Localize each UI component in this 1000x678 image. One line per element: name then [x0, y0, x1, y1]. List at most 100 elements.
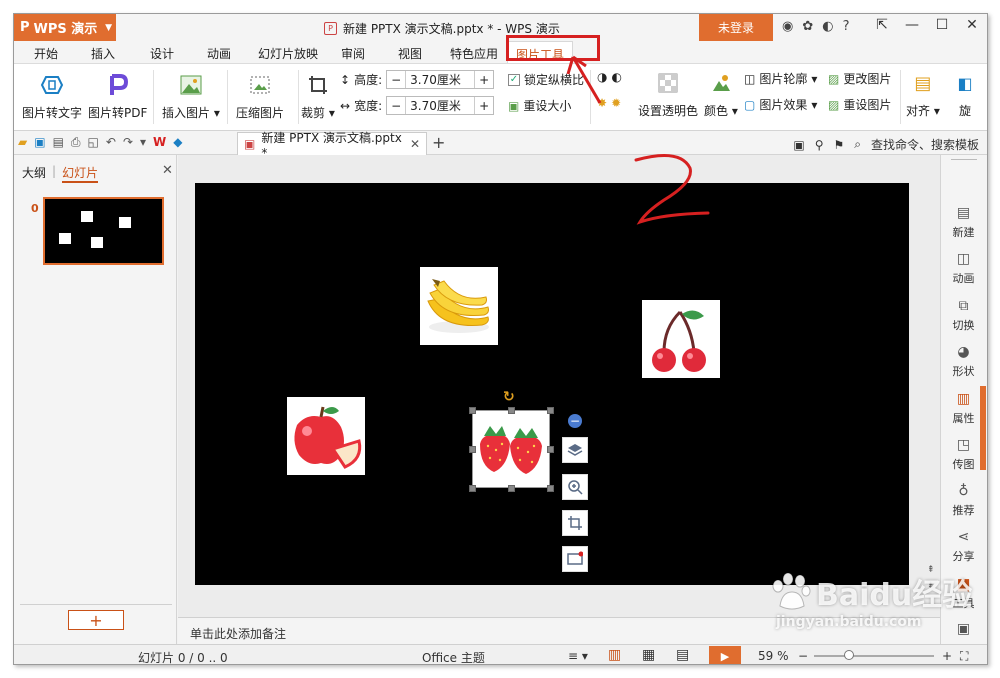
tab-outline[interactable]: 大纲: [22, 164, 46, 183]
login-button[interactable]: 未登录: [699, 14, 773, 41]
pic-to-pdf-button[interactable]: 图片转PDF: [88, 72, 147, 121]
zoom-out-icon[interactable]: −: [798, 649, 808, 663]
restore-icon[interactable]: ⇱: [871, 17, 893, 33]
dropdown-icon[interactable]: ▾: [140, 135, 146, 150]
task-recommend[interactable]: ♁ 推荐: [941, 483, 986, 518]
save-icon[interactable]: ▣: [34, 135, 45, 150]
zoom-slider[interactable]: [814, 655, 934, 657]
width-increment-button[interactable]: +: [475, 99, 493, 113]
height-decrement-button[interactable]: −: [387, 73, 405, 87]
tab-home[interactable]: 开始: [34, 45, 58, 62]
resize-handle[interactable]: [508, 407, 515, 414]
add-tab-icon[interactable]: +: [432, 133, 445, 152]
search-command-input[interactable]: 查找命令、搜索模板: [871, 136, 979, 153]
contrast-icon[interactable]: ◑: [597, 70, 607, 84]
wps-home-icon[interactable]: W: [153, 135, 166, 150]
slide-thumbnail[interactable]: [43, 197, 164, 265]
task-transition[interactable]: ⧉ 切换: [941, 298, 986, 333]
height-increment-button[interactable]: +: [475, 73, 493, 87]
notes-toggle-icon[interactable]: ≡ ▾: [568, 649, 588, 663]
export-icon[interactable]: ▤: [53, 135, 64, 150]
flag-icon[interactable]: ⚑: [833, 138, 844, 152]
close-panel-icon[interactable]: ✕: [162, 163, 173, 178]
apple-picture[interactable]: [287, 397, 365, 475]
play-slideshow-button[interactable]: ▶: [709, 646, 741, 664]
picture-frame-button[interactable]: [562, 546, 588, 572]
task-shapes[interactable]: ◕ 形状: [941, 344, 986, 379]
zoom-slider-knob[interactable]: [844, 650, 854, 660]
reset-picture-button[interactable]: ▨ 重设图片: [828, 96, 891, 113]
resize-handle[interactable]: [469, 446, 476, 453]
tab-features[interactable]: 特色应用: [450, 45, 498, 62]
pin-icon[interactable]: ⚲: [815, 138, 824, 152]
print-icon[interactable]: ⎙: [71, 135, 81, 150]
zoom-in-button[interactable]: [562, 474, 588, 500]
lock-ratio-checkbox[interactable]: ✓ 锁定纵横比: [508, 71, 584, 88]
skin-icon[interactable]: ◉: [782, 19, 793, 34]
add-slide-button[interactable]: +: [68, 610, 124, 630]
color-button[interactable]: 颜色 ▾: [704, 70, 738, 119]
resize-handle[interactable]: [547, 446, 554, 453]
set-transparent-button[interactable]: 设置透明色: [638, 70, 698, 119]
height-input[interactable]: 3.70厘米: [405, 71, 476, 88]
picture-effect-button[interactable]: ▢ 图片效果 ▾: [744, 96, 817, 113]
resize-handle[interactable]: [469, 485, 476, 492]
app-menu-button[interactable]: P WPS 演示 ▼: [14, 14, 116, 41]
print-preview-icon[interactable]: ◱: [88, 135, 99, 150]
redo-icon[interactable]: ↷: [123, 135, 133, 150]
width-spinner[interactable]: − 3.70厘米 +: [386, 96, 495, 115]
brightness-up-icon[interactable]: ✸: [597, 96, 607, 110]
reading-view-icon[interactable]: ▤: [676, 647, 689, 663]
layers-button[interactable]: [562, 437, 588, 463]
task-new[interactable]: ▤ 新建: [941, 205, 986, 240]
slide-sorter-icon[interactable]: ▦: [642, 647, 655, 663]
open-icon[interactable]: ▰: [18, 135, 27, 150]
collapse-float-icon[interactable]: −: [568, 414, 582, 428]
rotate-button[interactable]: ◧ 旋: [952, 70, 978, 119]
close-tab-icon[interactable]: ✕: [410, 137, 420, 151]
crop-button[interactable]: 裁剪 ▾: [301, 72, 335, 121]
feedback-icon[interactable]: ◐: [822, 19, 833, 34]
resize-handle[interactable]: [508, 485, 515, 492]
normal-view-icon[interactable]: ▥: [608, 647, 621, 663]
resize-handle[interactable]: [469, 407, 476, 414]
tab-insert[interactable]: 插入: [91, 45, 115, 62]
close-icon[interactable]: ✕: [961, 17, 983, 33]
vertical-scrollbar[interactable]: ⇞ ⇟: [924, 155, 940, 617]
tab-slides[interactable]: 幻灯片: [62, 164, 99, 183]
task-share[interactable]: ⋖ 分享: [941, 529, 986, 564]
task-animation[interactable]: ◫ 动画: [941, 251, 986, 286]
width-decrement-button[interactable]: −: [387, 99, 405, 113]
compress-picture-button[interactable]: 压缩图片: [236, 72, 284, 121]
help-icon[interactable]: ?: [843, 19, 850, 34]
crop-float-button[interactable]: [562, 510, 588, 536]
zoom-in-icon[interactable]: +: [942, 649, 952, 663]
cube-icon[interactable]: ◆: [173, 135, 182, 150]
minimize-icon[interactable]: —: [901, 17, 923, 33]
tab-view[interactable]: 视图: [398, 45, 422, 62]
collapse-icon[interactable]: ▣: [793, 138, 804, 152]
change-picture-button[interactable]: ▨ 更改图片: [828, 70, 891, 87]
fit-window-icon[interactable]: ⛶: [960, 649, 968, 664]
slide-canvas[interactable]: ↻ −: [195, 183, 909, 585]
banana-picture[interactable]: [420, 267, 498, 345]
tab-review[interactable]: 审阅: [341, 45, 365, 62]
undo-icon[interactable]: ↶: [106, 135, 116, 150]
resize-handle[interactable]: [547, 485, 554, 492]
insert-picture-button[interactable]: 插入图片 ▾: [162, 72, 220, 121]
tab-animation[interactable]: 动画: [207, 45, 231, 62]
brightness-down-icon[interactable]: ✹: [611, 96, 621, 110]
reset-size-button[interactable]: ▣ 重设大小: [508, 97, 571, 114]
search-icon[interactable]: ⌕: [854, 137, 861, 152]
settings-icon[interactable]: ✿: [802, 19, 813, 34]
picture-outline-button[interactable]: ◫ 图片轮廓 ▾: [744, 70, 817, 87]
contrast-down-icon[interactable]: ◐: [611, 70, 621, 84]
cherry-picture[interactable]: [642, 300, 720, 378]
height-spinner[interactable]: − 3.70厘米 +: [386, 70, 495, 89]
resize-handle[interactable]: [547, 407, 554, 414]
maximize-icon[interactable]: ☐: [931, 17, 953, 33]
align-button[interactable]: ▤ 对齐 ▾: [906, 70, 940, 119]
document-tab[interactable]: ▣ 新建 PPTX 演示文稿.pptx * ✕: [237, 131, 427, 160]
task-pane-toggle[interactable]: [980, 386, 986, 470]
pic-to-text-button[interactable]: 图片转文字: [22, 72, 82, 121]
